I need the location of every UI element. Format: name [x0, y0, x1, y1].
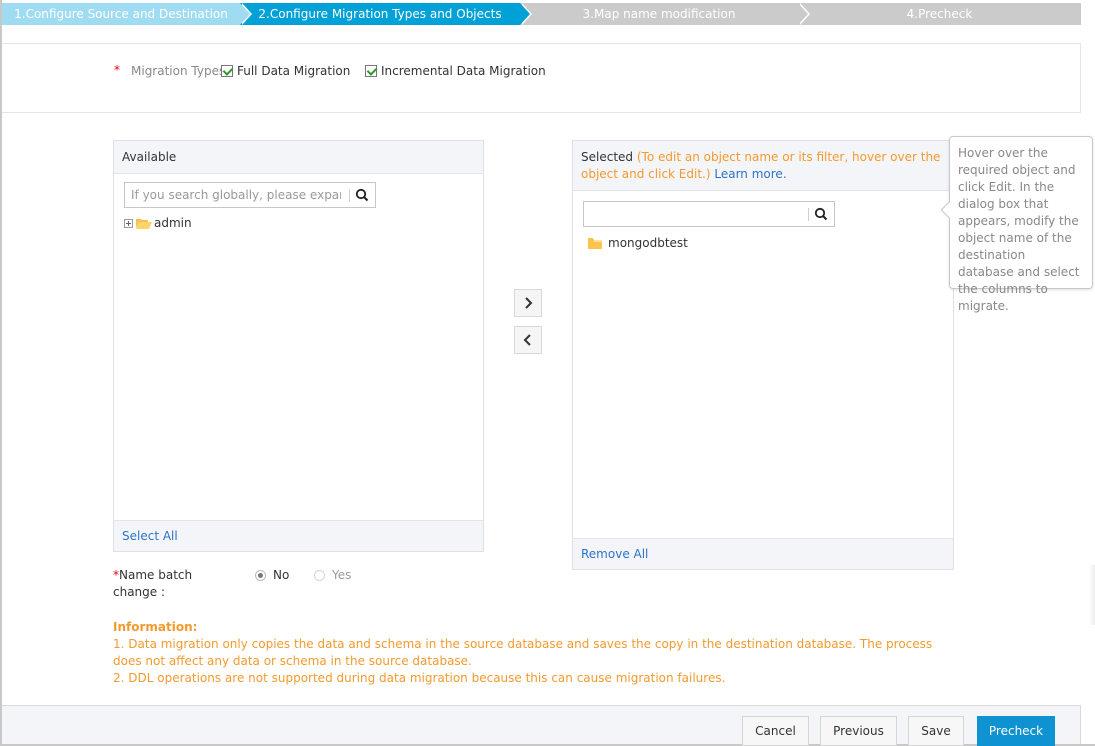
footer-bar: Cancel Previous Save Precheck	[2, 705, 1081, 746]
name-batch-no-radio[interactable]: No	[255, 568, 289, 582]
checkbox-label: Full Data Migration	[237, 64, 351, 78]
available-panel: Available admin Select All	[113, 140, 484, 552]
name-batch-yes-radio[interactable]: Yes	[314, 568, 351, 582]
search-divider	[349, 189, 350, 202]
full-data-migration-checkbox[interactable]: Full Data Migration	[221, 64, 350, 78]
search-icon[interactable]	[355, 188, 369, 202]
information-title: Information:	[113, 620, 198, 634]
information-notice: Information: 1. Data migration only copi…	[113, 619, 953, 687]
tree-item-label: mongodbtest	[608, 236, 688, 250]
folder-open-icon	[136, 218, 152, 229]
step-configure-types[interactable]: 2.Configure Migration Types and Objects	[240, 3, 532, 25]
migration-types-label: Migration Types:	[131, 64, 230, 78]
selected-panel: Selected (To edit an object name or its …	[572, 140, 954, 570]
remove-all-link[interactable]: Remove All	[573, 538, 953, 569]
cancel-button[interactable]: Cancel	[742, 716, 809, 746]
search-divider	[808, 208, 809, 221]
step-configure-source[interactable]: 1.Configure Source and Destination	[2, 3, 252, 25]
wizard-steps: 1.Configure Source and Destination 2.Con…	[2, 3, 1081, 25]
step-arrow	[520, 3, 530, 25]
incremental-data-migration-checkbox[interactable]: Incremental Data Migration	[365, 64, 546, 78]
information-line: 1. Data migration only copies the data a…	[113, 637, 933, 668]
step-label: 3.Map name modification	[582, 7, 736, 21]
radio-label: No	[273, 568, 290, 582]
available-header: Available	[114, 141, 483, 174]
select-all-link[interactable]: Select All	[114, 520, 483, 551]
checkbox-checked-icon[interactable]	[365, 65, 377, 77]
name-batch-change-text: Name batch change :	[113, 568, 193, 599]
previous-button[interactable]: Previous	[820, 716, 897, 746]
information-line: 2. DDL operations are not supported duri…	[113, 671, 726, 685]
chevron-right-icon	[525, 297, 533, 309]
step-label: 4.Precheck	[906, 7, 973, 21]
migration-types-section: * Migration Types: Full Data Migration I…	[2, 43, 1081, 113]
folder-icon	[588, 237, 602, 249]
chevron-left-icon	[523, 334, 531, 346]
step-label: 1.Configure Source and Destination	[14, 7, 228, 21]
available-search	[124, 182, 376, 208]
scroll-shadow	[1089, 565, 1095, 625]
checkbox-checked-icon[interactable]	[221, 65, 233, 77]
name-batch-change-label: *Name batch change :	[113, 567, 203, 601]
tree-item-label: admin	[154, 216, 192, 230]
step-map-name[interactable]: 3.Map name modification	[520, 3, 810, 25]
expand-icon[interactable]	[124, 218, 133, 228]
step-label: 2.Configure Migration Types and Objects	[258, 7, 502, 21]
radio-selected-icon[interactable]	[255, 569, 266, 581]
required-mark: *	[114, 63, 120, 77]
tree-item-mongodbtest[interactable]: mongodbtest	[588, 236, 688, 250]
radio-label: Yes	[332, 568, 352, 582]
move-left-button[interactable]	[514, 326, 542, 354]
tooltip-text: Hover over the required object and click…	[958, 146, 1080, 313]
available-search-input[interactable]	[125, 183, 347, 207]
tree-item-admin[interactable]: admin	[124, 216, 192, 230]
checkbox-label: Incremental Data Migration	[381, 64, 546, 78]
step-arrow	[798, 3, 808, 25]
edit-hint-tooltip: Hover over the required object and click…	[940, 136, 1093, 313]
learn-more-link[interactable]: Learn more.	[714, 167, 786, 181]
search-icon[interactable]	[814, 207, 828, 221]
selected-search	[583, 201, 835, 227]
selected-header: Selected (To edit an object name or its …	[573, 141, 953, 191]
step-precheck[interactable]: 4.Precheck	[798, 3, 1081, 25]
radio-unselected-icon[interactable]	[314, 569, 325, 581]
precheck-button[interactable]: Precheck	[977, 716, 1055, 746]
save-button[interactable]: Save	[908, 716, 964, 746]
move-right-button[interactable]	[514, 289, 542, 317]
selected-search-input[interactable]	[584, 202, 806, 226]
step-arrow	[240, 3, 250, 25]
selected-label: Selected	[581, 150, 634, 164]
